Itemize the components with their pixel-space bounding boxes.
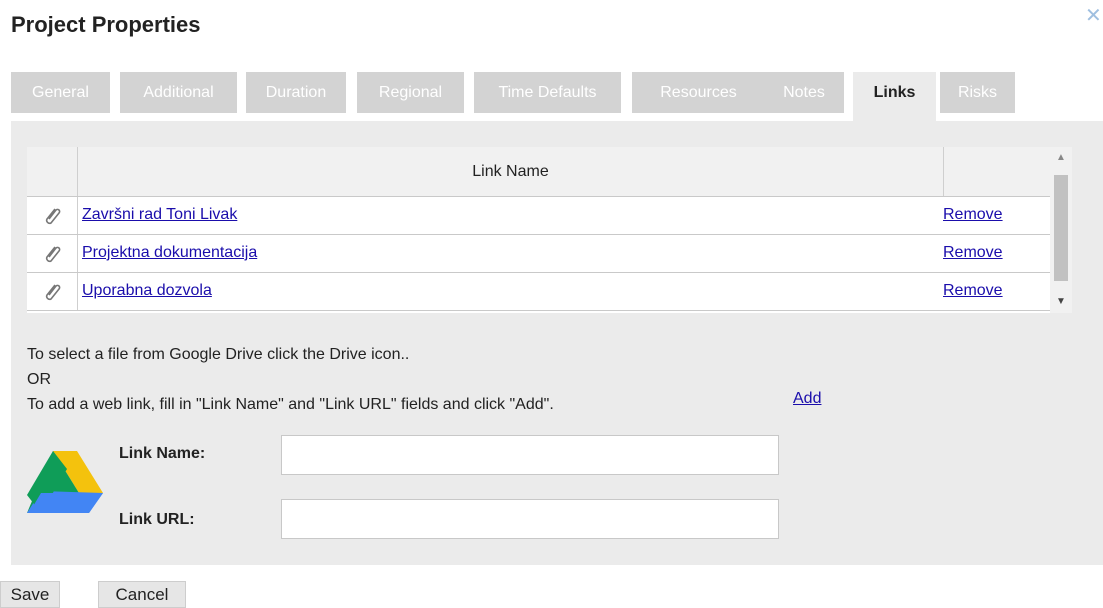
link-url-label: Link URL:	[119, 511, 195, 528]
tab-additional[interactable]: Additional	[120, 72, 237, 113]
links-table: Link Name Završni rad Toni Livak Remove …	[27, 147, 1060, 313]
remove-link-button[interactable]: Remove	[943, 206, 1003, 224]
link-name-input[interactable]	[281, 435, 779, 475]
link-name[interactable]: Završni rad Toni Livak	[82, 206, 237, 224]
close-icon[interactable]: ✕	[1085, 6, 1103, 26]
link-name[interactable]: Uporabna dozvola	[82, 282, 212, 300]
link-name-column-header: Link Name	[78, 147, 944, 196]
link-url-input[interactable]	[281, 499, 779, 539]
table-header: Link Name	[27, 147, 1060, 197]
link-name[interactable]: Projektna dokumentacija	[82, 244, 257, 262]
google-drive-icon[interactable]	[27, 447, 103, 515]
tab-risks[interactable]: Risks	[940, 72, 1015, 113]
remove-link-button[interactable]: Remove	[943, 244, 1003, 262]
remove-link-button[interactable]: Remove	[943, 282, 1003, 300]
tab-time-defaults[interactable]: Time Defaults	[474, 72, 621, 113]
table-row: Završni rad Toni Livak Remove	[27, 197, 1060, 235]
paperclip-icon	[41, 205, 63, 227]
tab-notes[interactable]: Notes	[764, 72, 844, 113]
table-row: Uporabna dozvola Remove	[27, 273, 1060, 311]
weblink-instruction: To add a web link, fill in "Link Name" a…	[27, 396, 554, 413]
scroll-up-icon[interactable]: ▲	[1050, 147, 1072, 169]
link-name-label: Link Name:	[119, 445, 206, 462]
dialog-title: Project Properties	[11, 12, 201, 37]
or-text: OR	[27, 371, 51, 388]
scroll-down-icon[interactable]: ▼	[1050, 291, 1072, 313]
tab-regional[interactable]: Regional	[357, 72, 464, 113]
paperclip-icon	[41, 243, 63, 265]
tab-general[interactable]: General	[11, 72, 110, 113]
tab-bar: General Additional Duration Regional Tim…	[11, 72, 1103, 121]
tab-links[interactable]: Links	[853, 72, 936, 121]
table-scrollbar[interactable]: ▲ ▼	[1050, 147, 1072, 313]
tab-resources[interactable]: Resources	[632, 72, 765, 113]
tab-duration[interactable]: Duration	[246, 72, 346, 113]
scroll-thumb[interactable]	[1054, 175, 1068, 281]
table-row: Projektna dokumentacija Remove	[27, 235, 1060, 273]
add-link-button[interactable]: Add	[793, 390, 821, 408]
save-button[interactable]: Save	[0, 581, 60, 608]
links-panel: Link Name Završni rad Toni Livak Remove …	[11, 121, 1103, 565]
paperclip-icon	[41, 281, 63, 303]
drive-instruction: To select a file from Google Drive click…	[27, 346, 410, 363]
icon-column-header	[27, 147, 78, 196]
cancel-button[interactable]: Cancel	[98, 581, 186, 608]
